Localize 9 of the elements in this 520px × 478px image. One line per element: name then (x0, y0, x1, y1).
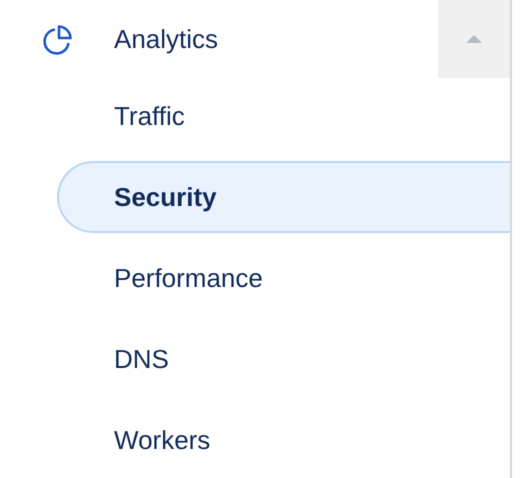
nav-item[interactable]: Traffic (57, 80, 510, 152)
caret-icon (466, 35, 482, 43)
section-title[interactable]: Analytics (114, 20, 438, 58)
nav-item[interactable]: Security (57, 161, 510, 233)
pie-chart-icon (42, 23, 74, 55)
collapse-toggle-button[interactable] (438, 0, 510, 78)
nav-item[interactable]: Workers (57, 404, 510, 476)
nav-item[interactable]: Performance (57, 242, 510, 314)
nav-item[interactable]: DNS (57, 323, 510, 395)
